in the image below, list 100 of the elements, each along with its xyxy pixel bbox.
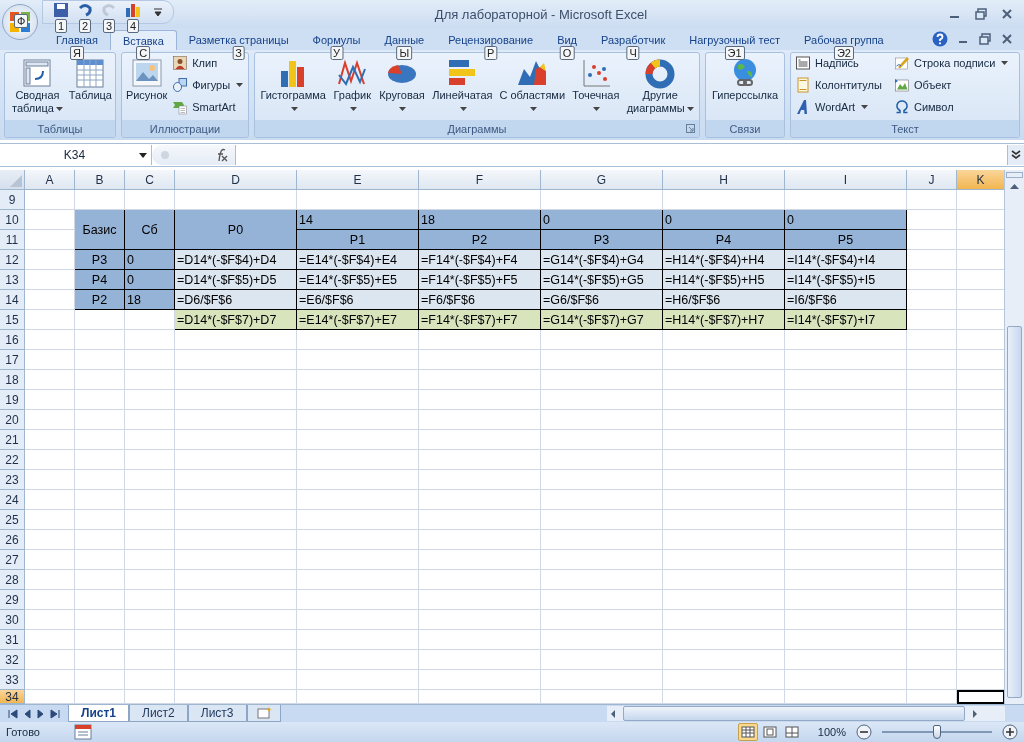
empty-cell[interactable] bbox=[75, 450, 125, 470]
empty-cell[interactable] bbox=[75, 410, 125, 430]
empty-cell[interactable] bbox=[785, 650, 907, 670]
empty-cell[interactable] bbox=[175, 510, 297, 530]
empty-cell[interactable] bbox=[175, 450, 297, 470]
empty-cell[interactable] bbox=[75, 610, 125, 630]
help-icon[interactable] bbox=[932, 31, 948, 47]
empty-cell[interactable] bbox=[297, 550, 419, 570]
empty-cell[interactable] bbox=[907, 650, 957, 670]
empty-cell[interactable] bbox=[541, 510, 663, 530]
empty-cell[interactable] bbox=[175, 650, 297, 670]
column-header[interactable]: E bbox=[297, 170, 419, 190]
column-header[interactable]: I bbox=[785, 170, 907, 190]
empty-cell[interactable] bbox=[419, 590, 541, 610]
empty-cell[interactable] bbox=[175, 350, 297, 370]
empty-cell[interactable] bbox=[663, 510, 785, 530]
empty-cell[interactable] bbox=[297, 410, 419, 430]
empty-cell[interactable] bbox=[175, 490, 297, 510]
empty-cell[interactable] bbox=[297, 610, 419, 630]
empty-cell[interactable] bbox=[125, 650, 175, 670]
empty-cell[interactable] bbox=[541, 630, 663, 650]
empty-cell[interactable] bbox=[785, 510, 907, 530]
empty-cell[interactable] bbox=[297, 510, 419, 530]
empty-cell[interactable] bbox=[125, 490, 175, 510]
row-header[interactable]: 16 bbox=[0, 330, 25, 350]
empty-cell[interactable] bbox=[663, 590, 785, 610]
empty-cell[interactable] bbox=[663, 430, 785, 450]
row-header[interactable]: 33 bbox=[0, 670, 25, 690]
row-header[interactable]: 12 bbox=[0, 250, 25, 270]
empty-cell[interactable] bbox=[907, 450, 957, 470]
empty-cell[interactable] bbox=[907, 430, 957, 450]
empty-cell[interactable] bbox=[541, 370, 663, 390]
empty-cell[interactable] bbox=[75, 590, 125, 610]
empty-cell[interactable] bbox=[663, 390, 785, 410]
empty-cell[interactable] bbox=[785, 590, 907, 610]
empty-cell[interactable] bbox=[175, 530, 297, 550]
ribbon-button[interactable]: Фигуры bbox=[170, 76, 246, 94]
ribbon-tab[interactable]: Формулы bbox=[300, 30, 373, 49]
ribbon-button[interactable]: SmartArt bbox=[170, 98, 246, 116]
empty-cell[interactable] bbox=[419, 350, 541, 370]
empty-cell[interactable] bbox=[663, 350, 785, 370]
empty-cell[interactable] bbox=[663, 490, 785, 510]
empty-cell[interactable] bbox=[297, 650, 419, 670]
empty-cell[interactable] bbox=[907, 350, 957, 370]
ribbon-tab[interactable]: Разработчик bbox=[589, 30, 678, 49]
empty-cell[interactable] bbox=[541, 410, 663, 430]
empty-cell[interactable] bbox=[907, 550, 957, 570]
row-header[interactable]: 30 bbox=[0, 610, 25, 630]
row-header[interactable]: 21 bbox=[0, 430, 25, 450]
select-all-button[interactable] bbox=[0, 170, 25, 190]
empty-cell[interactable] bbox=[125, 510, 175, 530]
normal-view-button[interactable] bbox=[737, 723, 758, 741]
empty-cell[interactable] bbox=[297, 470, 419, 490]
ribbon-tab[interactable]: Разметка страницы bbox=[176, 30, 301, 49]
empty-cell[interactable] bbox=[663, 670, 785, 690]
empty-cell[interactable] bbox=[663, 410, 785, 430]
empty-cell[interactable] bbox=[907, 190, 957, 210]
empty-cell[interactable] bbox=[419, 650, 541, 670]
empty-cell[interactable] bbox=[419, 510, 541, 530]
empty-cell[interactable] bbox=[541, 430, 663, 450]
empty-cell[interactable] bbox=[297, 450, 419, 470]
row-header[interactable]: 26 bbox=[0, 530, 25, 550]
empty-cell[interactable] bbox=[297, 350, 419, 370]
empty-cell[interactable] bbox=[541, 390, 663, 410]
empty-cell[interactable] bbox=[419, 410, 541, 430]
empty-cell[interactable] bbox=[125, 670, 175, 690]
row-header[interactable]: 13 bbox=[0, 270, 25, 290]
empty-cell[interactable] bbox=[297, 630, 419, 650]
ribbon-button[interactable]: Символ bbox=[891, 98, 1011, 116]
empty-cell[interactable] bbox=[785, 670, 907, 690]
insert-sheet-button[interactable] bbox=[246, 705, 281, 722]
vertical-scrollbar[interactable] bbox=[1004, 170, 1024, 704]
ribbon-tab[interactable]: Данные bbox=[372, 30, 437, 49]
empty-cell[interactable] bbox=[125, 610, 175, 630]
empty-cell[interactable] bbox=[785, 430, 907, 450]
empty-cell[interactable] bbox=[297, 670, 419, 690]
empty-cell[interactable] bbox=[297, 590, 419, 610]
empty-cell[interactable] bbox=[75, 510, 125, 530]
empty-cell[interactable] bbox=[125, 350, 175, 370]
empty-cell[interactable] bbox=[175, 430, 297, 450]
empty-cell[interactable] bbox=[125, 330, 175, 350]
sheet-tab[interactable]: Лист3 bbox=[187, 705, 247, 722]
empty-cell[interactable] bbox=[541, 530, 663, 550]
sheet-nav-icon[interactable] bbox=[6, 706, 20, 721]
empty-cell[interactable] bbox=[125, 450, 175, 470]
ribbon-tab[interactable]: Вставка bbox=[109, 30, 177, 50]
empty-cell[interactable] bbox=[663, 470, 785, 490]
quick-access-button[interactable] bbox=[77, 2, 93, 18]
empty-cell[interactable] bbox=[907, 630, 957, 650]
empty-cell[interactable] bbox=[663, 450, 785, 470]
row-header[interactable]: 20 bbox=[0, 410, 25, 430]
empty-cell[interactable] bbox=[907, 490, 957, 510]
empty-cell[interactable] bbox=[663, 650, 785, 670]
close-icon[interactable] bbox=[1000, 32, 1014, 46]
empty-cell[interactable] bbox=[125, 630, 175, 650]
empty-cell[interactable] bbox=[75, 490, 125, 510]
row-header[interactable]: 29 bbox=[0, 590, 25, 610]
empty-cell[interactable] bbox=[419, 470, 541, 490]
empty-cell[interactable] bbox=[663, 570, 785, 590]
empty-cell[interactable] bbox=[907, 390, 957, 410]
